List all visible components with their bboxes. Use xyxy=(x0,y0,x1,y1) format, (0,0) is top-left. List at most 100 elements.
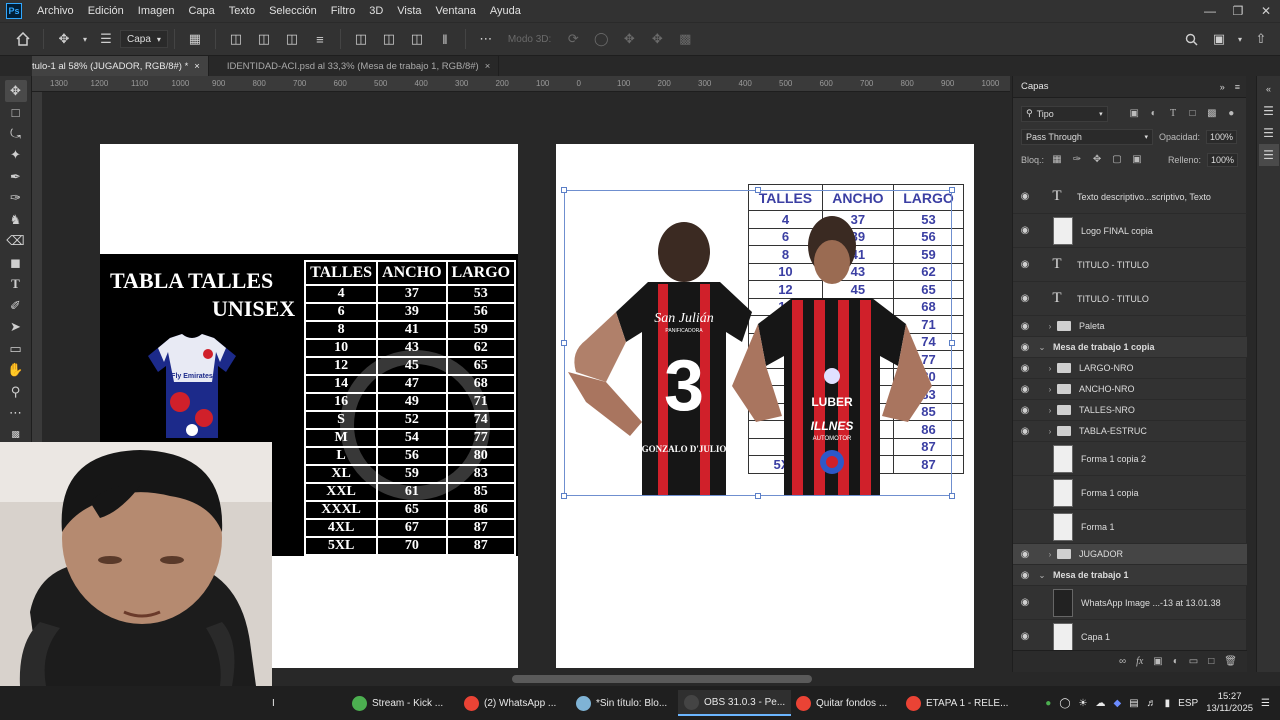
share-icon[interactable]: ⇧ xyxy=(1250,28,1272,50)
menu-texto[interactable]: Texto xyxy=(222,5,262,17)
pen-tool-icon[interactable]: ✐ xyxy=(5,295,27,317)
menu-imagen[interactable]: Imagen xyxy=(131,5,182,17)
transform-handle[interactable] xyxy=(755,493,761,499)
delete-layer-icon[interactable]: 🗑 xyxy=(1224,656,1237,667)
filter-type-icon[interactable]: T xyxy=(1166,108,1179,119)
visibility-eye-icon[interactable]: ◉ xyxy=(1013,521,1037,532)
taskbar-item[interactable]: OBS 31.0.3 - Pe... xyxy=(678,690,792,716)
tab-document-2[interactable]: IDENTIDAD-ACI.psd al 33,3% (Mesa de trab… xyxy=(209,56,500,76)
visibility-eye-icon[interactable]: ◉ xyxy=(1013,191,1037,202)
artboard-layer[interactable]: ◉ ⌄ Mesa de trabajo 1 xyxy=(1013,565,1247,586)
menu-ayuda[interactable]: Ayuda xyxy=(483,5,528,17)
taskbar-item[interactable]: (2) WhatsApp ... xyxy=(458,690,562,716)
move-tool-icon[interactable]: ✥ xyxy=(53,28,75,50)
tray-app-icon[interactable]: ◆ xyxy=(1114,698,1122,709)
taskbar-item[interactable]: ETAPA 1 - RELE... xyxy=(900,690,1014,716)
align-right-icon[interactable]: ◫ xyxy=(281,28,303,50)
layer-row[interactable]: ◉ › TALLES-NRO xyxy=(1013,400,1247,421)
lock-all-icon[interactable]: ▣ xyxy=(1130,154,1144,165)
visibility-eye-icon[interactable]: ◉ xyxy=(1013,631,1037,642)
align-middle-v-icon[interactable]: ◫ xyxy=(378,28,400,50)
visibility-eye-icon[interactable]: ◉ xyxy=(1013,453,1037,464)
eraser-tool-icon[interactable]: ⌫ xyxy=(5,231,27,253)
menu-vista[interactable]: Vista xyxy=(390,5,428,17)
auto-select-dropdown[interactable]: Capa ▾ xyxy=(120,30,168,48)
brush-tool-icon[interactable]: ✑ xyxy=(5,188,27,210)
layer-row[interactable]: ◉ › LARGO-NRO xyxy=(1013,358,1247,379)
bucket-tool-icon[interactable]: ◼ xyxy=(5,252,27,274)
visibility-eye-icon[interactable]: ◉ xyxy=(1013,405,1037,416)
align-left-icon[interactable]: ◫ xyxy=(225,28,247,50)
visibility-eye-icon[interactable]: ◉ xyxy=(1013,225,1037,236)
filter-pixel-icon[interactable]: ▣ xyxy=(1128,108,1141,119)
hand-tool-icon[interactable]: ✋ xyxy=(5,360,27,382)
menu-3d[interactable]: 3D xyxy=(362,5,390,17)
layer-row[interactable]: ◉ Forma 1 copia 2 xyxy=(1013,442,1247,476)
visibility-eye-icon[interactable]: ◉ xyxy=(1013,570,1037,581)
visibility-eye-icon[interactable]: ◉ xyxy=(1013,342,1037,353)
visibility-eye-icon[interactable]: ◉ xyxy=(1013,321,1037,332)
align-top-icon[interactable]: ◫ xyxy=(350,28,372,50)
lock-artboard-icon[interactable]: ▢ xyxy=(1110,154,1124,165)
layer-row[interactable]: ◉ T TITULO - TITULO xyxy=(1013,282,1247,316)
scrollbar-thumb[interactable] xyxy=(512,675,812,683)
transform-handle[interactable] xyxy=(949,187,955,193)
rectangle-tool-icon[interactable]: ▭ xyxy=(5,338,27,360)
close-icon[interactable]: × xyxy=(485,61,491,72)
layer-row[interactable]: ◉ › TABLA-ESTRUC xyxy=(1013,421,1247,442)
more-options-icon[interactable]: ⋯ xyxy=(475,28,497,50)
minimize-icon[interactable]: — xyxy=(1196,0,1224,22)
align-bottom-icon[interactable]: ◫ xyxy=(406,28,428,50)
transform-handle[interactable] xyxy=(561,187,567,193)
stamp-tool-icon[interactable]: ♞ xyxy=(5,209,27,231)
transform-controls-icon[interactable]: ▦ xyxy=(184,28,206,50)
menu-edicion[interactable]: Edición xyxy=(81,5,131,17)
transform-handle[interactable] xyxy=(561,493,567,499)
path-selection-tool-icon[interactable]: ➤ xyxy=(5,317,27,339)
network-icon[interactable]: ▤ xyxy=(1129,698,1138,709)
chevron-right-icon[interactable]: › xyxy=(1045,364,1055,373)
tray-app-icon[interactable]: ☁ xyxy=(1096,698,1106,709)
filter-shape-icon[interactable]: □ xyxy=(1186,108,1199,119)
menu-seleccion[interactable]: Selección xyxy=(262,5,324,17)
visibility-eye-icon[interactable]: ◉ xyxy=(1013,259,1037,270)
workspace-icon[interactable]: ▣ xyxy=(1208,28,1230,50)
layer-row[interactable]: ◉ Capa 1 xyxy=(1013,620,1247,650)
distribute-h-icon[interactable]: ‖ xyxy=(434,28,456,50)
magic-wand-tool-icon[interactable]: ✦ xyxy=(5,145,27,167)
auto-select-icon[interactable]: ☰ xyxy=(95,28,117,50)
layer-row[interactable]: ◉ Forma 1 copia xyxy=(1013,476,1247,510)
lasso-tool-icon[interactable]: ⤿ xyxy=(5,123,27,145)
layer-row[interactable]: ◉ Logo FINAL copia xyxy=(1013,214,1247,248)
zoom-tool-icon[interactable]: ⚲ xyxy=(5,381,27,403)
taskbar-item[interactable]: Quitar fondos ... xyxy=(790,690,893,716)
close-icon[interactable]: × xyxy=(194,61,200,72)
taskbar-item[interactable]: Stream - Kick ... xyxy=(346,690,449,716)
link-layers-icon[interactable]: ∞ xyxy=(1119,656,1126,667)
lock-image-icon[interactable]: ✑ xyxy=(1070,154,1084,165)
marquee-tool-icon[interactable]: □ xyxy=(5,102,27,124)
language-indicator[interactable]: ESP xyxy=(1178,698,1198,709)
chevron-down-icon[interactable]: ⌄ xyxy=(1037,571,1047,580)
menu-ventana[interactable]: Ventana xyxy=(429,5,483,17)
restore-icon[interactable]: ❐ xyxy=(1224,0,1252,22)
chevron-right-icon[interactable]: › xyxy=(1045,385,1055,394)
chevron-down-icon[interactable]: ▾ xyxy=(81,28,89,50)
collapse-icon[interactable]: » xyxy=(1220,82,1225,92)
filter-kind-dropdown[interactable]: ⚲ Tipo ▾ xyxy=(1021,105,1108,122)
new-layer-icon[interactable]: □ xyxy=(1208,656,1214,667)
chevron-down-icon[interactable]: ⌄ xyxy=(1037,343,1047,352)
more-tools-icon[interactable]: ⋯ xyxy=(5,403,27,425)
panel-title[interactable]: Capas xyxy=(1021,81,1048,92)
collapse-icon[interactable]: « xyxy=(1259,78,1279,100)
volume-icon[interactable]: ♬ xyxy=(1147,698,1157,709)
visibility-eye-icon[interactable]: ◉ xyxy=(1013,363,1037,374)
lock-transparent-icon[interactable]: ▦ xyxy=(1050,154,1064,165)
transform-handle[interactable] xyxy=(755,187,761,193)
battery-icon[interactable]: ▮ xyxy=(1165,698,1171,709)
artboard-layer[interactable]: ◉ ⌄ Mesa de trabajo 1 copia xyxy=(1013,337,1247,358)
chevron-down-icon[interactable]: ▾ xyxy=(1236,28,1244,50)
tray-app-icon[interactable]: ☀ xyxy=(1079,698,1088,709)
home-icon[interactable] xyxy=(12,28,34,50)
type-tool-icon[interactable]: T xyxy=(5,274,27,296)
